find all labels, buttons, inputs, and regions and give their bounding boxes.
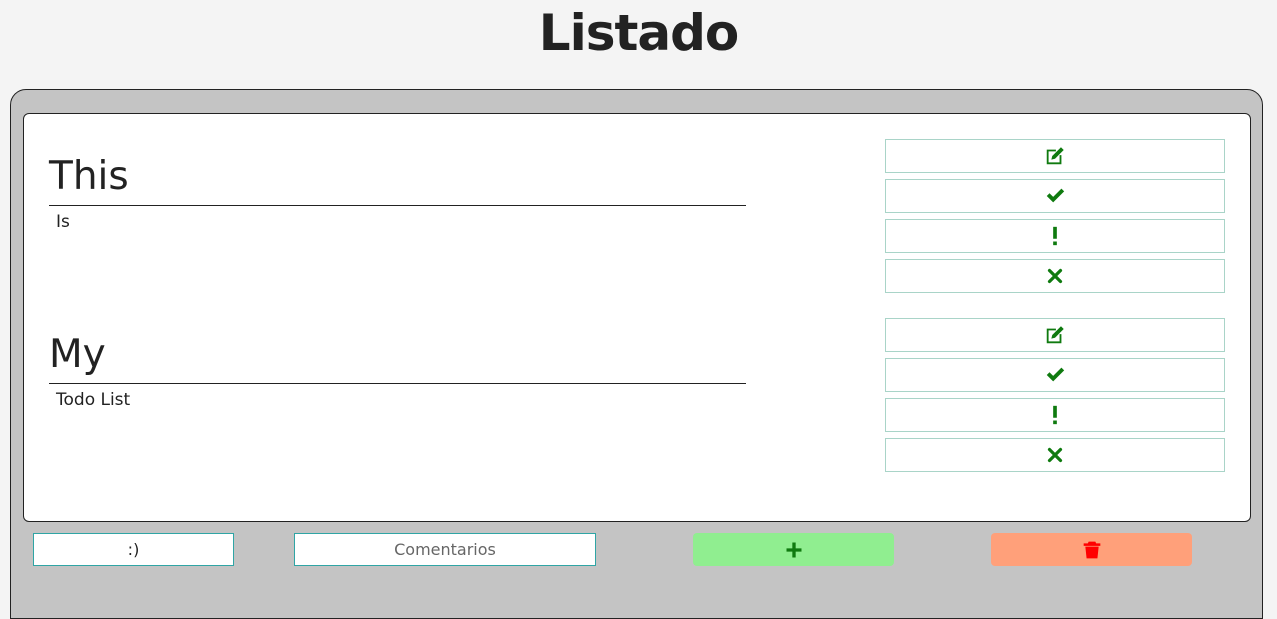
edit-icon [1046,147,1064,165]
check-icon [1046,367,1065,382]
todo-actions [885,139,1225,299]
times-icon [1047,447,1063,463]
priority-button[interactable] [885,219,1225,253]
cancel-button[interactable] [885,259,1225,293]
todo-item: This Is [49,149,746,238]
todo-list: This Is My Todo List [23,113,1251,522]
times-icon [1047,268,1063,284]
complete-button[interactable] [885,358,1225,392]
todo-actions [885,318,1225,478]
priority-button[interactable] [885,398,1225,432]
complete-button[interactable] [885,179,1225,213]
edit-icon [1046,326,1064,344]
cancel-button[interactable] [885,438,1225,472]
title-input[interactable] [33,533,234,566]
todo-body: Todo List [56,390,131,410]
edit-button[interactable] [885,318,1225,352]
check-icon [1046,188,1065,203]
add-button[interactable] [693,533,894,566]
delete-all-button[interactable] [991,533,1192,566]
edit-button[interactable] [885,139,1225,173]
todo-item: My Todo List [49,327,746,416]
exclamation-icon [1053,226,1057,246]
plus-icon [786,542,801,557]
trash-icon [1083,541,1100,558]
comments-input[interactable] [294,533,596,566]
todo-title: This [49,149,746,206]
exclamation-icon [1053,405,1057,425]
todo-title: My [49,327,746,384]
bottom-bar [0,533,1277,567]
todo-body: Is [56,212,70,232]
page-title: Listado [538,4,740,62]
